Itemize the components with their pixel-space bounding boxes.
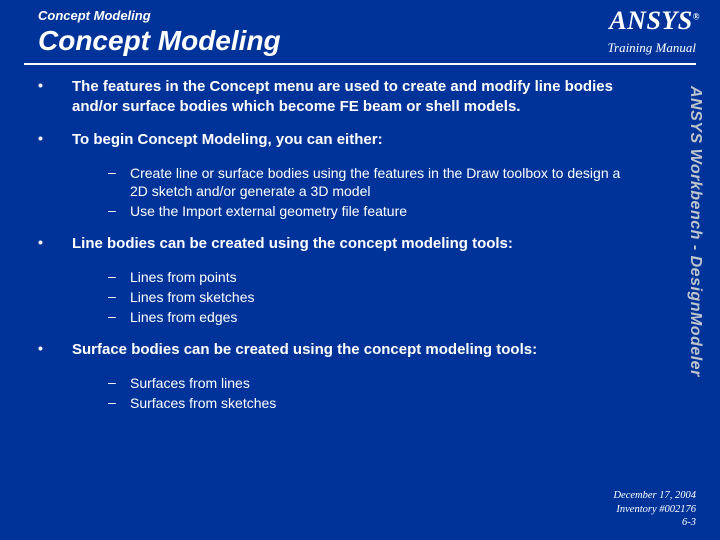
logo-text: ANSYS: [609, 6, 692, 35]
bullet-text: Create line or surface bodies using the …: [130, 164, 670, 200]
bullet-level2: – Create line or surface bodies using th…: [108, 164, 670, 200]
bullet-text: Line bodies can be created using the con…: [72, 234, 525, 254]
breadcrumb: Concept Modeling: [38, 8, 682, 23]
bullet-dot-icon: •: [38, 234, 72, 254]
sub-bullet-list: – Surfaces from lines – Surfaces from sk…: [108, 374, 670, 412]
side-label-text: ANSYS Workbench - DesignModeler: [686, 86, 704, 377]
bullet-text: The features in the Concept menu are use…: [72, 77, 670, 116]
footer-page-number: 6-3: [613, 516, 696, 530]
bullet-dot-icon: •: [38, 130, 72, 150]
bullet-dash-icon: –: [108, 394, 130, 412]
ansys-logo: ANSYS®: [609, 6, 700, 35]
bullet-level2: – Lines from edges: [108, 308, 670, 326]
bullet-text: Surfaces from lines: [130, 374, 290, 392]
sub-bullet-list: – Lines from points – Lines from sketche…: [108, 268, 670, 327]
sub-bullet-list: – Create line or surface bodies using th…: [108, 164, 670, 221]
bullet-level1: • To begin Concept Modeling, you can eit…: [38, 130, 670, 150]
bullet-level1: • Line bodies can be created using the c…: [38, 234, 670, 254]
bullet-level2: – Surfaces from sketches: [108, 394, 670, 412]
bullet-level1: • The features in the Concept menu are u…: [38, 77, 670, 116]
bullet-level2: – Surfaces from lines: [108, 374, 670, 392]
registered-icon: ®: [693, 11, 700, 21]
side-label: ANSYS Workbench - DesignModeler: [684, 86, 706, 486]
bullet-dot-icon: •: [38, 77, 72, 116]
bullet-text: Surfaces from sketches: [130, 394, 316, 412]
slide-header: Concept Modeling Concept Modeling ANSYS®…: [0, 0, 720, 57]
bullet-text: To begin Concept Modeling, you can eithe…: [72, 130, 395, 150]
bullet-text: Lines from edges: [130, 308, 277, 326]
bullet-text: Use the Import external geometry file fe…: [130, 202, 447, 220]
slide-content: • The features in the Concept menu are u…: [0, 65, 720, 412]
bullet-text: Lines from sketches: [130, 288, 295, 306]
bullet-text: Surface bodies can be created using the …: [72, 340, 549, 360]
bullet-level2: – Lines from points: [108, 268, 670, 286]
bullet-dash-icon: –: [108, 308, 130, 326]
bullet-dot-icon: •: [38, 340, 72, 360]
logo-area: ANSYS® Training Manual: [608, 6, 701, 56]
slide-footer: December 17, 2004 Inventory #002176 6-3: [613, 489, 696, 530]
bullet-dash-icon: –: [108, 288, 130, 306]
bullet-level2: – Use the Import external geometry file …: [108, 202, 670, 220]
footer-inventory: Inventory #002176: [613, 503, 696, 517]
slide: Concept Modeling Concept Modeling ANSYS®…: [0, 0, 720, 540]
bullet-dash-icon: –: [108, 268, 130, 286]
bullet-level2: – Lines from sketches: [108, 288, 670, 306]
bullet-dash-icon: –: [108, 164, 130, 200]
training-manual-label: Training Manual: [608, 40, 701, 56]
bullet-dash-icon: –: [108, 374, 130, 392]
bullet-dash-icon: –: [108, 202, 130, 220]
bullet-text: Lines from points: [130, 268, 277, 286]
bullet-level1: • Surface bodies can be created using th…: [38, 340, 670, 360]
footer-date: December 17, 2004: [613, 489, 696, 503]
page-title: Concept Modeling: [38, 25, 682, 57]
